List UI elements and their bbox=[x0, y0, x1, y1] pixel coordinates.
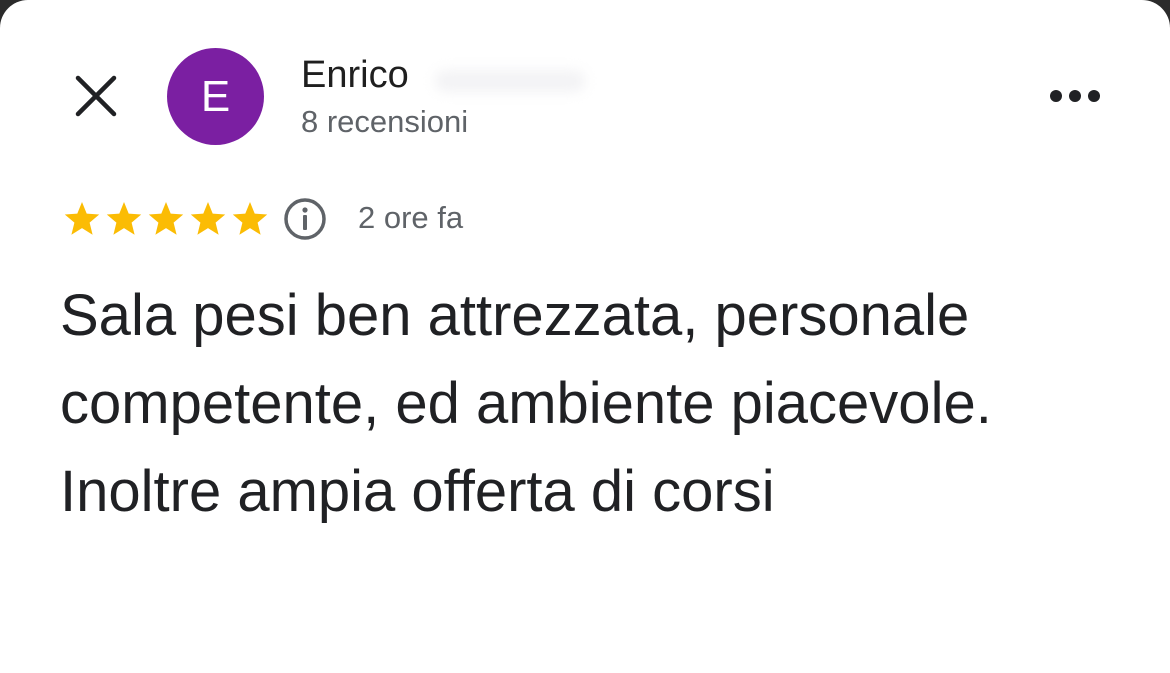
reviewer-name[interactable]: Enrico bbox=[301, 52, 409, 98]
info-icon bbox=[284, 198, 326, 240]
more-horiz-icon bbox=[1050, 90, 1100, 102]
review-time: 2 ore fa bbox=[358, 200, 464, 235]
close-icon bbox=[75, 75, 117, 117]
avatar[interactable]: E bbox=[167, 48, 264, 145]
review-text: Sala pesi ben attrezzata, personale comp… bbox=[60, 283, 992, 524]
star-icon bbox=[106, 202, 142, 235]
star-icon bbox=[232, 202, 268, 235]
star-icon bbox=[190, 202, 226, 235]
more-options-button[interactable] bbox=[1040, 72, 1110, 120]
avatar-letter: E bbox=[200, 71, 231, 121]
info-button[interactable] bbox=[283, 197, 327, 241]
review-count: 8 recensioni bbox=[301, 104, 469, 139]
review-dialog: E Enrico 8 recensioni 2 ore fa Sala pesi… bbox=[0, 0, 1170, 673]
star-rating bbox=[62, 198, 270, 240]
star-icon bbox=[148, 202, 184, 235]
close-button[interactable] bbox=[62, 62, 130, 130]
star-icon bbox=[64, 202, 100, 235]
redacted-surname bbox=[435, 70, 585, 92]
